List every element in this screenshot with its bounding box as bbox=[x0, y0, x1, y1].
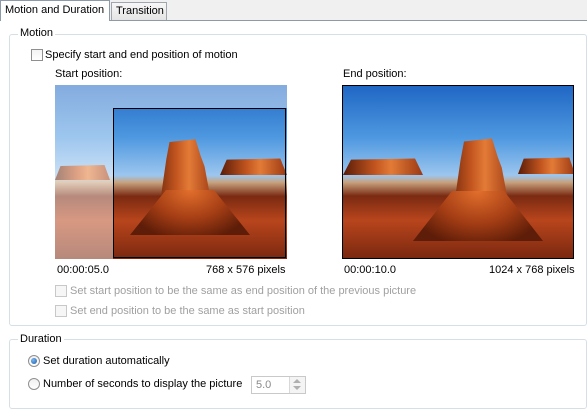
radio-selected-dot bbox=[31, 358, 37, 364]
end-same-as-start-checkbox[interactable] bbox=[55, 305, 67, 317]
outside-region-fade-top bbox=[113, 85, 287, 108]
auto-duration-radio[interactable] bbox=[28, 355, 40, 367]
seconds-stepper[interactable]: 5.0 bbox=[251, 376, 306, 394]
outside-region-fade bbox=[55, 85, 113, 259]
motion-group-title: Motion bbox=[18, 27, 56, 39]
end-time: 00:00:10.0 bbox=[344, 264, 396, 276]
seconds-radio[interactable] bbox=[28, 378, 40, 390]
stepper-buttons[interactable] bbox=[289, 377, 305, 393]
end-size: 1024 x 768 pixels bbox=[489, 264, 575, 276]
start-size: 768 x 576 pixels bbox=[206, 264, 286, 276]
tab-motion-and-duration[interactable]: Motion and Duration bbox=[0, 0, 110, 21]
end-position-label: End position: bbox=[343, 68, 407, 80]
crop-rectangle[interactable] bbox=[113, 108, 286, 258]
end-same-as-start-label: Set end position to be the same as start… bbox=[70, 305, 305, 317]
start-time: 00:00:05.0 bbox=[57, 264, 109, 276]
same-as-prev-checkbox[interactable] bbox=[55, 285, 67, 297]
start-position-label: Start position: bbox=[55, 68, 123, 80]
tab-transition[interactable]: Transition bbox=[111, 2, 167, 20]
same-as-prev-label: Set start position to be the same as end… bbox=[70, 285, 417, 297]
auto-duration-label: Set duration automatically bbox=[43, 355, 170, 367]
tab-strip: Motion and Duration Transition bbox=[0, 0, 587, 21]
end-position-preview[interactable] bbox=[342, 85, 574, 259]
seconds-value[interactable]: 5.0 bbox=[256, 379, 271, 391]
stepper-up-icon[interactable] bbox=[293, 379, 301, 383]
duration-group-title: Duration bbox=[18, 333, 64, 345]
seconds-label: Number of seconds to display the picture bbox=[43, 378, 243, 390]
specify-motion-checkbox[interactable] bbox=[31, 49, 43, 61]
stepper-down-icon[interactable] bbox=[293, 386, 301, 390]
specify-motion-label: Specify start and end position of motion bbox=[45, 49, 238, 61]
start-position-preview[interactable] bbox=[55, 85, 287, 259]
duration-group bbox=[9, 339, 587, 409]
